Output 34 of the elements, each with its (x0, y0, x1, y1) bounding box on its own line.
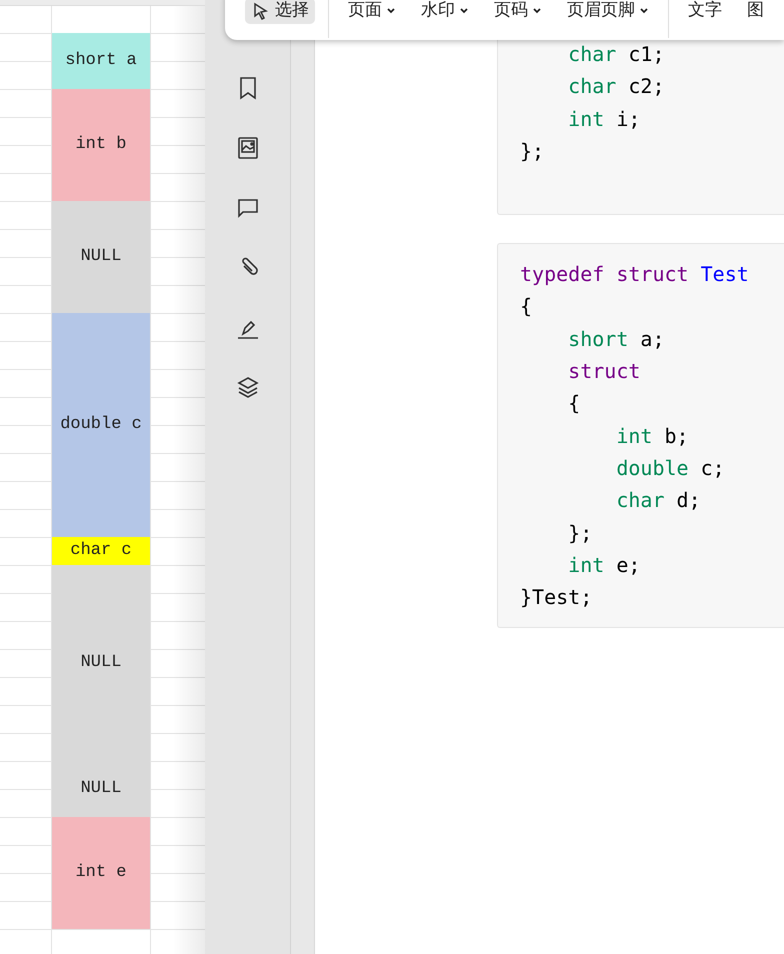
code-line: { (567, 390, 582, 418)
code-line: double c; (615, 454, 726, 482)
code-line: int b; (615, 422, 690, 450)
toolbar-button[interactable]: 页面 (342, 0, 402, 24)
memory-cell: NULL (52, 565, 150, 761)
memory-cell: char c (52, 537, 150, 565)
memory-cell: int e (52, 817, 150, 929)
code-line: int e; (567, 552, 642, 579)
memory-cell: NULL (52, 761, 150, 817)
memory-cell: double c (52, 313, 150, 537)
toolbar-button[interactable]: 文字 (682, 0, 728, 24)
memory-cell: int b (52, 89, 150, 201)
toolbar-button[interactable]: 页码 (488, 0, 548, 24)
caret-icon (386, 6, 396, 16)
code-line: char c2; (567, 73, 666, 100)
code-line: char c1; (567, 41, 666, 68)
memory-cell: NULL (52, 201, 150, 313)
code-line: struct (567, 358, 642, 386)
code-line: typedef struct Test (520, 261, 750, 288)
code-line: }Test; (520, 584, 594, 612)
caret-icon (639, 6, 649, 16)
code-line: { (520, 293, 534, 320)
toolbar-button[interactable]: 选择 (245, 0, 315, 24)
code-line: }; (567, 520, 594, 547)
code-line: int i; (567, 106, 642, 133)
code-line: short a; (567, 326, 666, 353)
toolbar-button[interactable]: 页眉页脚 (561, 0, 655, 24)
memory-cell: short a (52, 33, 150, 89)
code-line: char d; (615, 487, 702, 514)
toolbar-button[interactable]: 水印 (415, 0, 475, 24)
code-line: }; (520, 138, 546, 165)
toolbar-button[interactable]: 图 (741, 0, 770, 24)
caret-icon (459, 6, 469, 16)
caret-icon (532, 6, 542, 16)
